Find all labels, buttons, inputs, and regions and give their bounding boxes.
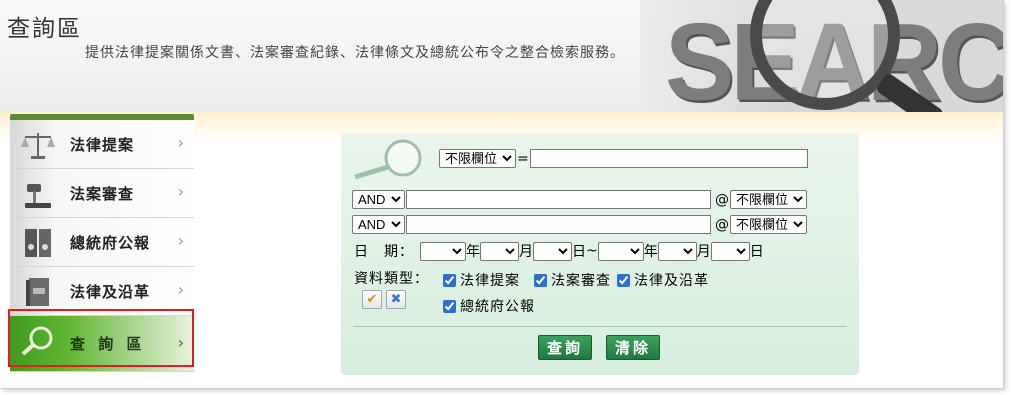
sidebar-item-law-proposal[interactable]: 法律提案 › [10, 120, 194, 169]
active-item-highlight [8, 309, 194, 367]
day-unit: 日 [749, 244, 764, 260]
at-sign: @ [715, 216, 729, 233]
equals-sign: = [517, 150, 529, 167]
chevron-right-icon: › [177, 182, 184, 201]
date-label: 日 期： [354, 244, 414, 260]
binders-icon [18, 225, 58, 261]
page-title: 查詢區 [7, 16, 82, 42]
page-frame: 查詢區 提供法律提案關係文書、法案審查紀錄、法律條文及總統公布令之整合檢索服務。… [0, 0, 1004, 389]
type-checkbox-row-1: 法律提案 法案審查 法律及沿革 [443, 270, 715, 290]
type-checkbox-law-history[interactable]: 法律及沿革 [617, 270, 709, 290]
chevron-right-icon: › [177, 133, 184, 152]
start-year-select[interactable] [420, 241, 466, 261]
law-book-icon [18, 274, 58, 310]
scale-icon [18, 127, 58, 163]
field-select-2[interactable]: 不限欄位 [730, 190, 807, 209]
sidebar-item-label: 法案審查 [70, 185, 135, 203]
search-banner: SEARCH [640, 0, 1003, 112]
query-input-3[interactable] [406, 215, 711, 234]
x-icon: ✖ [390, 292, 402, 307]
data-type-label: 資料類型： [354, 271, 429, 287]
primary-field-select[interactable]: 不限欄位 [439, 149, 516, 168]
day-unit: 日 [572, 244, 586, 260]
clear-button[interactable]: 清除 [606, 335, 661, 360]
month-unit: 月 [519, 244, 533, 260]
year-unit: 年 [643, 244, 658, 260]
type-checkbox-law-proposal[interactable]: 法律提案 [443, 270, 520, 290]
page-subtitle: 提供法律提案關係文書、法案審查紀錄、法律條文及總統公布令之整合檢索服務。 [85, 45, 625, 61]
select-all-button[interactable]: ✔ [362, 290, 382, 309]
month-unit: 月 [696, 244, 711, 260]
query-input-2[interactable] [406, 190, 711, 209]
page-header: 查詢區 提供法律提案關係文書、法案審查紀錄、法律條文及總統公布令之整合檢索服務。… [0, 0, 1003, 112]
type-checkbox-bill-review[interactable]: 法案審查 [534, 270, 611, 290]
type-label-row: 資料類型： [354, 268, 429, 288]
search-button[interactable]: 查詢 [538, 335, 593, 360]
panel-magnifier-icon [353, 136, 423, 180]
sidebar-item-label: 法律及沿革 [70, 283, 151, 301]
search-panel: 不限欄位 = AND @ 不限欄位 AND @ 不限欄位 日 期： 年 月 日 … [341, 133, 859, 375]
select-buttons-row: ✔ ✖ [362, 290, 410, 309]
sidebar-item-label: 總統府公報 [70, 234, 151, 252]
check-icon: ✔ [366, 292, 378, 307]
gavel-icon [18, 176, 58, 212]
sidebar-item-presidential-gazette[interactable]: 總統府公報 › [10, 218, 194, 267]
panel-divider [353, 326, 847, 327]
end-month-select[interactable] [657, 241, 697, 261]
year-unit: 年 [466, 244, 480, 260]
start-month-select[interactable] [480, 241, 519, 261]
start-day-select[interactable] [533, 241, 572, 261]
type-checkbox-presidential-gazette[interactable]: 總統府公報 [443, 296, 535, 316]
field-select-3[interactable]: 不限欄位 [730, 215, 807, 234]
clear-all-button[interactable]: ✖ [386, 290, 406, 309]
end-year-select[interactable] [597, 241, 644, 261]
query-row-2: AND @ 不限欄位 [352, 190, 807, 209]
sidebar-item-bill-review[interactable]: 法案審查 › [10, 169, 194, 218]
type-checkbox-row-2: 總統府公報 [443, 296, 541, 316]
chevron-right-icon: › [177, 280, 184, 299]
primary-query-row: 不限欄位 = [439, 149, 808, 168]
primary-query-input[interactable] [529, 149, 808, 168]
operator-select-1[interactable]: AND [352, 190, 405, 209]
range-tilde: ~ [586, 243, 598, 259]
end-day-select[interactable] [710, 241, 750, 261]
at-sign: @ [715, 191, 729, 208]
sidebar-item-label: 法律提案 [70, 136, 135, 154]
chevron-right-icon: › [177, 231, 184, 250]
query-row-3: AND @ 不限欄位 [352, 215, 807, 234]
operator-select-2[interactable]: AND [352, 215, 405, 234]
date-row: 日 期： 年 月 日 ~ 年 月 日 [354, 241, 764, 261]
